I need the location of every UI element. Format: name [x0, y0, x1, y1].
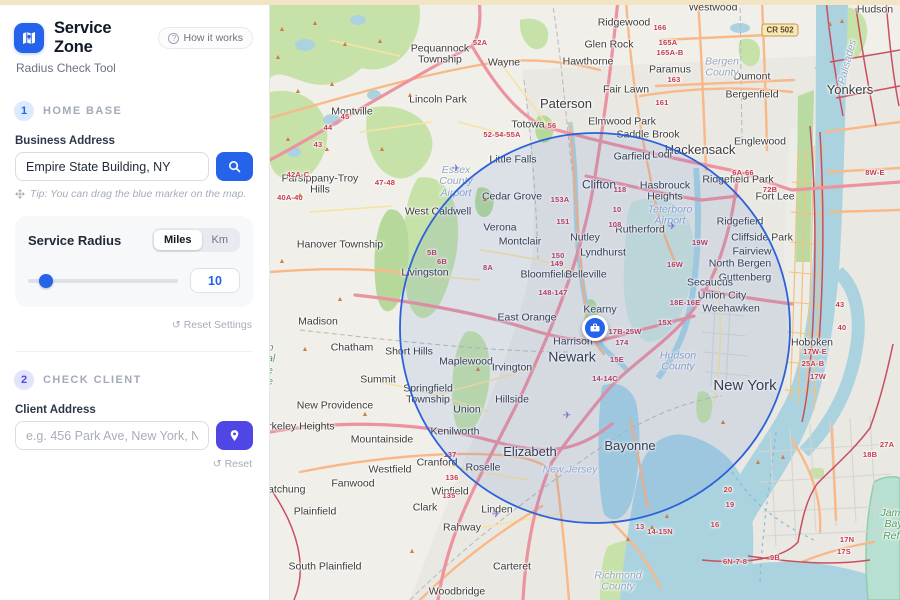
map-pin-logo-icon — [20, 29, 38, 47]
slider-thumb[interactable] — [39, 274, 53, 288]
home-base-heading: HOME BASE — [43, 105, 122, 117]
service-radius-label: Service Radius — [28, 233, 121, 248]
app-subtitle: Radius Check Tool — [0, 57, 269, 75]
location-pin-icon — [228, 428, 241, 443]
question-icon: ? — [168, 33, 179, 44]
unit-toggle: Miles Km — [152, 228, 240, 252]
app-header: Service Zone ? How it works — [0, 5, 269, 57]
locate-client-button[interactable] — [216, 421, 253, 450]
reset-icon: ↺ — [213, 458, 222, 470]
reset-settings-label: Reset Settings — [184, 319, 252, 331]
unit-km-button[interactable]: Km — [202, 230, 239, 250]
check-client-heading: CHECK CLIENT — [43, 374, 142, 386]
home-base-marker[interactable] — [582, 315, 608, 341]
section-divider — [15, 351, 253, 352]
search-address-button[interactable] — [216, 152, 253, 181]
check-client-section-header: 2 CHECK CLIENT — [14, 370, 253, 390]
reset-settings-link[interactable]: ↺ Reset Settings — [172, 319, 252, 331]
client-address-label: Client Address — [15, 404, 253, 416]
reset-icon: ↺ — [172, 319, 181, 331]
business-address-input[interactable] — [15, 152, 209, 181]
app-window: Service Zone ? How it works Radius Check… — [0, 0, 900, 600]
radius-slider[interactable] — [28, 274, 178, 288]
tip-text: Tip: You can drag the blue marker on the… — [30, 188, 246, 200]
app-logo — [14, 23, 44, 53]
how-it-works-label: How it works — [183, 32, 243, 44]
map-edge-strip — [0, 0, 900, 5]
home-base-section-header: 1 HOME BASE — [14, 101, 253, 121]
radius-value-box: 10 — [190, 268, 240, 293]
reset-client-label: Reset — [225, 458, 252, 470]
briefcase-icon — [589, 322, 601, 334]
step-2-badge: 2 — [14, 370, 34, 390]
map-base-layer — [270, 0, 900, 600]
step-1-badge: 1 — [14, 101, 34, 121]
business-address-label: Business Address — [15, 135, 253, 147]
map-canvas[interactable]: HudsonWestwoodRidgewoodGlen RockHawthorn… — [270, 0, 900, 600]
move-icon — [15, 189, 25, 199]
how-it-works-button[interactable]: ? How it works — [158, 27, 253, 49]
client-address-input[interactable] — [15, 421, 209, 450]
service-radius-card: Service Radius Miles Km 10 — [15, 216, 253, 307]
reset-client-link[interactable]: ↺ Reset — [213, 458, 252, 470]
drag-marker-tip: Tip: You can drag the blue marker on the… — [15, 188, 253, 200]
search-icon — [227, 159, 242, 174]
unit-miles-button[interactable]: Miles — [154, 230, 202, 250]
app-title: Service Zone — [54, 19, 148, 57]
sidebar-panel: Service Zone ? How it works Radius Check… — [0, 5, 270, 600]
